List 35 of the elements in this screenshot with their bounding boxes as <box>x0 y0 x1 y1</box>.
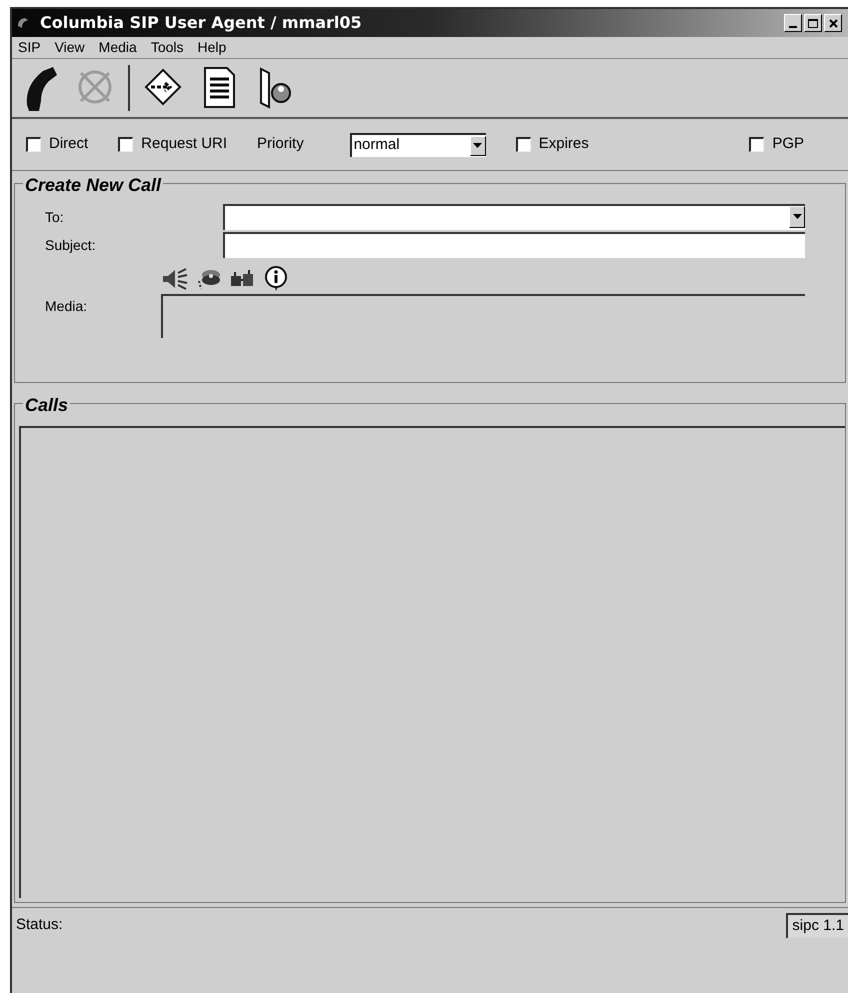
to-field[interactable] <box>223 204 805 230</box>
checkbox-label: PGP <box>772 134 804 154</box>
checkbox[interactable] <box>26 137 41 152</box>
field-label: Media: <box>45 297 88 316</box>
caret-icon <box>473 142 482 148</box>
minimize-icon <box>789 26 797 28</box>
caret-icon <box>792 214 802 220</box>
checkbox-label: Request URI <box>141 134 228 154</box>
version-label: sipc 1.1 <box>786 913 848 938</box>
priority-dropdown[interactable]: normal <box>350 132 486 156</box>
maximize-icon <box>808 18 818 28</box>
checkbox-label: Direct <box>49 134 88 154</box>
menu-item[interactable]: Help <box>198 37 226 58</box>
close-icon <box>828 18 838 28</box>
menu-item[interactable]: SIP <box>18 37 41 58</box>
checkbox[interactable] <box>516 137 531 152</box>
field-label: Subject: <box>45 236 97 255</box>
close-button[interactable] <box>824 14 842 32</box>
checkbox[interactable] <box>118 137 134 152</box>
dropdown-button[interactable] <box>789 206 805 228</box>
menu-item[interactable]: Media <box>98 37 137 58</box>
speaker-icon[interactable] <box>161 268 189 290</box>
window-title: Columbia SIP User Agent / mmarl05 <box>40 12 362 34</box>
field-label: To: <box>45 208 65 226</box>
dropdown-button[interactable] <box>470 136 486 156</box>
checkbox[interactable] <box>749 137 764 152</box>
info-icon[interactable] <box>263 266 289 292</box>
maximize-button[interactable] <box>804 14 822 32</box>
checkbox-label: Expires <box>538 134 589 154</box>
menu-item[interactable]: Tools <box>150 37 184 58</box>
minimize-button[interactable] <box>784 14 802 32</box>
subject-field[interactable] <box>223 232 805 258</box>
status-label: Status: <box>16 915 63 936</box>
menu-item[interactable]: View <box>54 37 85 58</box>
field-label: Priority <box>257 134 304 154</box>
